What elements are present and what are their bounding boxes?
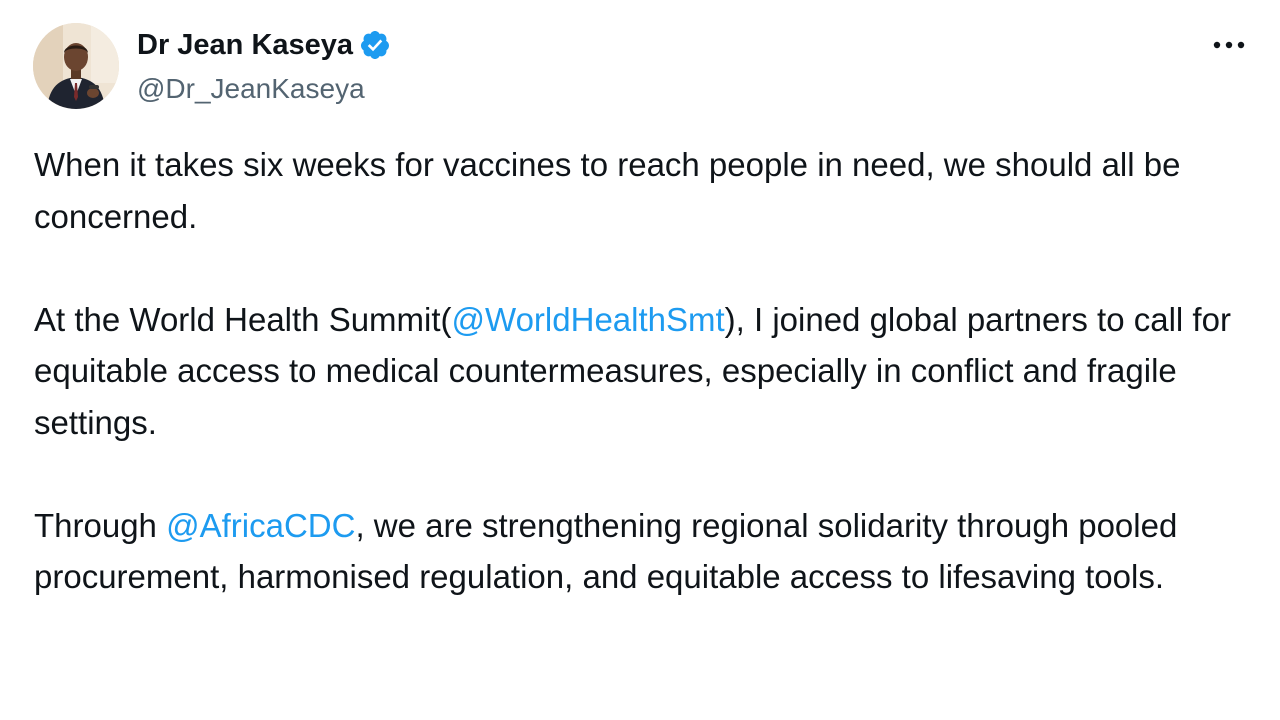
mention-africacdc-link[interactable]: @AfricaCDC (166, 507, 355, 544)
tweet-text-segment: At the World Health Summit( (34, 300, 452, 338)
tweet-paragraph-2: At the World Health Summit(@WorldHealthS… (34, 294, 1249, 449)
tweet-card: Dr Jean Kaseya @Dr_JeanKaseya When it ta… (0, 0, 1280, 720)
author-name-text: Dr Jean Kaseya (137, 29, 354, 61)
verified-badge-icon (359, 29, 391, 61)
tweet-paragraph-1: When it takes six weeks for vaccines to … (34, 146, 1181, 235)
author-avatar[interactable] (33, 23, 119, 109)
ellipsis-horizontal-icon (1213, 41, 1245, 49)
profile-photo-icon (33, 23, 119, 109)
author-name[interactable]: Dr Jean Kaseya (137, 25, 391, 65)
more-options-button[interactable] (1206, 30, 1252, 60)
tweet-body: When it takes six weeks for vaccines to … (34, 139, 1249, 654)
mention-worldhealthsmt-link[interactable]: @WorldHealthSmt (452, 301, 725, 338)
author-handle[interactable]: @Dr_JeanKaseya (137, 70, 365, 108)
tweet-paragraph-3: Through @AfricaCDC, we are strengthening… (34, 500, 1249, 603)
tweet-text-segment: Through (34, 506, 167, 544)
